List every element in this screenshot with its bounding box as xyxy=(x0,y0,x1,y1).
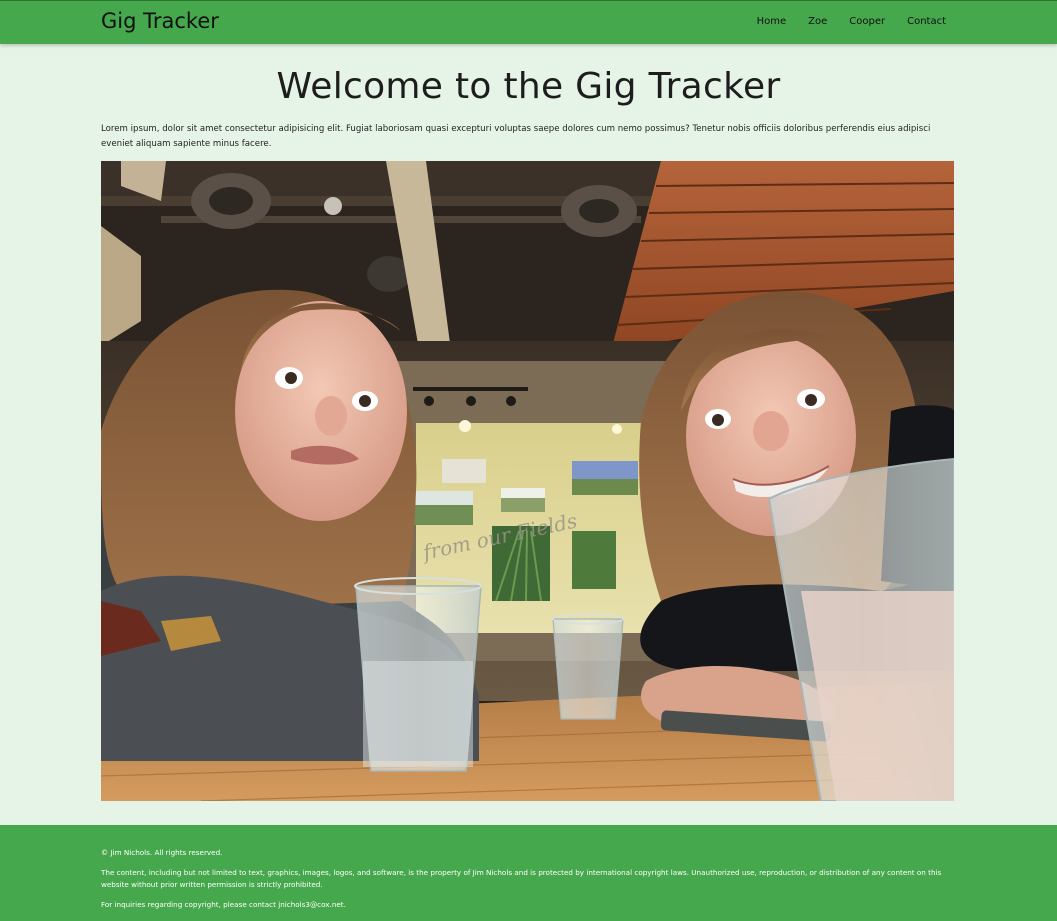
nav-link-contact[interactable]: Contact xyxy=(907,16,946,27)
footer-copyright: © Jim Nichols. All rights reserved. xyxy=(101,848,223,857)
nav-link-zoe[interactable]: Zoe xyxy=(808,16,827,27)
nav-link-home[interactable]: Home xyxy=(757,16,787,27)
hero-photo: from our Fields xyxy=(101,161,954,801)
navbar: Gig Tracker Home Zoe Cooper Contact xyxy=(0,1,1057,44)
nav-menu: Home Zoe Cooper Contact xyxy=(757,16,946,27)
site-footer: © Jim Nichols. All rights reserved. The … xyxy=(0,825,1057,921)
page-title: Welcome to the Gig Tracker xyxy=(276,66,781,107)
nav-link-cooper[interactable]: Cooper xyxy=(849,16,885,27)
intro-paragraph: Lorem ipsum, dolor sit amet consectetur … xyxy=(101,124,931,149)
footer-notice: The content, including but not limited t… xyxy=(101,868,942,889)
hero-photo-illustration: from our Fields xyxy=(101,161,954,801)
brand-link[interactable]: Gig Tracker xyxy=(101,9,219,33)
footer-contact: For inquiries regarding copyright, pleas… xyxy=(101,900,346,909)
